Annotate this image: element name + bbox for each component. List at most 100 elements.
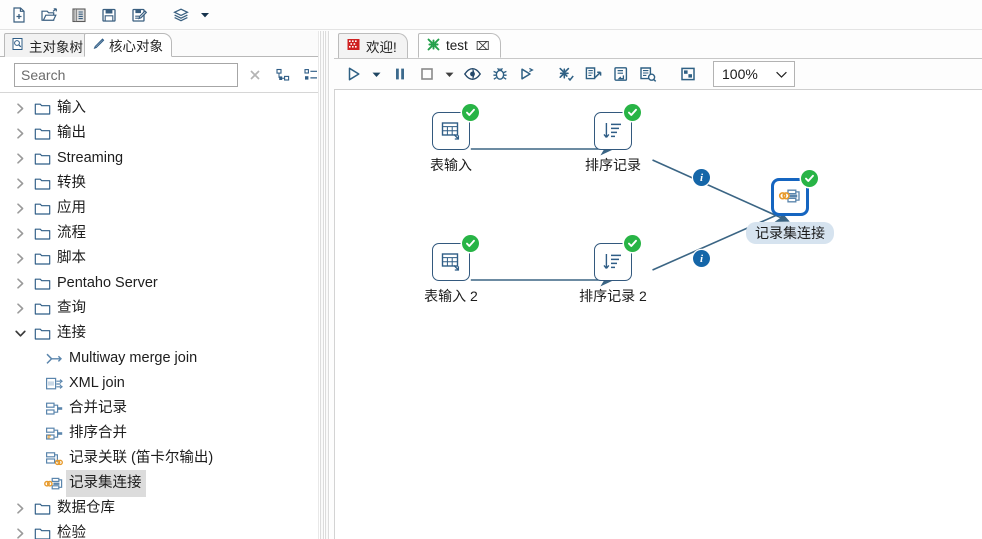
tree-item-folder[interactable]: 应用	[0, 196, 330, 221]
open-file-button[interactable]	[34, 2, 64, 28]
tree-item-step[interactable]: 记录关联 (笛卡尔输出)	[0, 446, 330, 471]
sql-script-icon[interactable]	[607, 60, 634, 88]
node-label: 记录集连接	[746, 222, 834, 244]
application-window: 主对象树 核心对象 输入输出Streaming转换应用流程脚本Pentaho	[0, 0, 982, 539]
tree-item-folder[interactable]: 数据仓库	[0, 496, 330, 521]
status-ok-badge	[801, 170, 818, 187]
repository-explore-button[interactable]	[64, 2, 94, 28]
multiway-merge-join-icon	[42, 346, 66, 371]
chevron-right-icon[interactable]	[10, 121, 30, 146]
save-as-button[interactable]	[124, 2, 154, 28]
clear-x-icon[interactable]	[244, 63, 266, 87]
node-label: 表输入	[430, 157, 472, 173]
transformation-canvas[interactable]: 表输入 排序记录 表输入 2 排序记录 2 记录集连接 i i	[334, 90, 982, 539]
welcome-icon	[346, 37, 361, 55]
folder-icon	[30, 146, 54, 171]
impact-arrow-icon[interactable]	[580, 60, 607, 88]
sorted-merge-icon	[42, 421, 66, 446]
merge-join-icon	[42, 471, 66, 496]
node-icon-wrap	[432, 235, 479, 281]
pause-icon[interactable]	[386, 60, 413, 88]
folder-icon	[30, 196, 54, 221]
zoom-value: 100%	[722, 66, 758, 82]
folder-icon	[30, 96, 54, 121]
search-input[interactable]	[14, 62, 238, 87]
bug-debug-icon[interactable]	[486, 60, 513, 88]
tree-item-folder[interactable]: 转换	[0, 171, 330, 196]
hop-info-badge-top[interactable]: i	[693, 169, 710, 186]
left-panel-tabs: 主对象树 核心对象	[0, 31, 330, 57]
status-ok-badge	[624, 104, 641, 121]
tree-item-label: 合并记录	[69, 400, 127, 416]
new-file-button[interactable]	[4, 2, 34, 28]
tree-item-step[interactable]: 排序合并	[0, 421, 330, 446]
chevron-right-icon[interactable]	[10, 246, 30, 271]
tree-item-label: 数据仓库	[57, 500, 115, 516]
hop-info-badge-bottom[interactable]: i	[693, 250, 710, 267]
tree-item-label: Multiway merge join	[69, 350, 198, 366]
stop-square-icon[interactable]	[413, 60, 440, 88]
tree-item-folder[interactable]: 连接	[0, 321, 330, 346]
grid-squares-icon[interactable]	[674, 60, 701, 88]
toolbar-separator	[154, 2, 166, 28]
chevron-right-icon[interactable]	[10, 221, 30, 246]
chevron-right-icon[interactable]	[10, 496, 30, 521]
tree-item-folder[interactable]: 脚本	[0, 246, 330, 271]
tree-item-folder[interactable]: Streaming	[0, 146, 330, 171]
node-label: 排序记录	[585, 157, 641, 173]
chevron-right-icon[interactable]	[10, 271, 30, 296]
tree-item-step[interactable]: 记录集连接	[0, 470, 330, 497]
tree-item-step[interactable]: 合并记录	[0, 396, 330, 421]
folder-icon	[30, 321, 54, 346]
inspect-magnifier-icon[interactable]	[634, 60, 661, 88]
eye-preview-icon[interactable]	[459, 60, 486, 88]
tab-welcome[interactable]: 欢迎!	[338, 33, 408, 58]
tree-scroll-area[interactable]: 输入 输出 Streaming 转换 应用流程脚本 Pentaho Server 查询连接 M…	[0, 93, 330, 539]
tab-core-objects[interactable]: 核心对象	[84, 33, 172, 57]
close-icon[interactable]: ⌧	[476, 39, 490, 53]
tree-item-label: Pentaho Server	[57, 275, 158, 291]
node-icon-wrap	[432, 104, 479, 150]
run-play-icon[interactable]	[340, 60, 367, 88]
panel-divider[interactable]	[318, 31, 330, 539]
chevron-right-icon[interactable]	[10, 196, 30, 221]
tree-item-folder[interactable]: 流程	[0, 221, 330, 246]
tree-item-step[interactable]: Multiway merge join	[0, 346, 330, 371]
chevron-right-icon[interactable]	[10, 171, 30, 196]
run-next-icon[interactable]	[513, 60, 540, 88]
chevron-down-icon[interactable]	[10, 321, 30, 346]
folder-icon	[30, 121, 54, 146]
run-options-chevron-down-icon[interactable]	[367, 60, 386, 88]
tree-item-label: 脚本	[57, 250, 86, 266]
tab-core-objects-label: 核心对象	[109, 39, 163, 54]
zoom-combo[interactable]: 100%	[713, 61, 795, 87]
tree-item-step[interactable]: XML join	[0, 371, 330, 396]
right-panel: 欢迎! test ⌧ 100% 表输入 排序记录 表输入 2 排序记录 2 记录…	[334, 31, 982, 539]
tree-item-folder[interactable]: 输入	[0, 96, 330, 121]
tree-item-folder[interactable]: 输出	[0, 121, 330, 146]
tree-item-label: 连接	[57, 325, 86, 341]
chevron-right-icon[interactable]	[10, 521, 30, 539]
chevron-down-icon[interactable]	[775, 66, 788, 82]
save-button[interactable]	[94, 2, 124, 28]
transformation-check-icon[interactable]	[553, 60, 580, 88]
main-toolbar	[0, 0, 982, 30]
tree-item-label: 流程	[57, 225, 86, 241]
tab-main-object-tree-label: 主对象树	[29, 39, 83, 55]
tree-item-folder[interactable]: Pentaho Server	[0, 271, 330, 296]
chevron-right-icon[interactable]	[10, 96, 30, 121]
tree-item-folder[interactable]: 查询	[0, 296, 330, 321]
chevron-right-icon[interactable]	[10, 146, 30, 171]
node-icon-wrap	[771, 170, 818, 216]
folder-icon	[30, 521, 54, 539]
tree-item-label: 记录关联 (笛卡尔输出)	[69, 450, 214, 466]
layers-dropdown-caret[interactable]	[196, 2, 214, 28]
tab-main-object-tree[interactable]: 主对象树	[4, 33, 92, 57]
chevron-right-icon[interactable]	[10, 296, 30, 321]
folder-icon	[30, 171, 54, 196]
stop-options-chevron-down-icon[interactable]	[440, 60, 459, 88]
collapse-all-icon[interactable]	[272, 63, 294, 87]
layers-button[interactable]	[166, 2, 196, 28]
tab-test[interactable]: test ⌧	[418, 33, 501, 58]
tree-item-folder[interactable]: 检验	[0, 521, 330, 539]
